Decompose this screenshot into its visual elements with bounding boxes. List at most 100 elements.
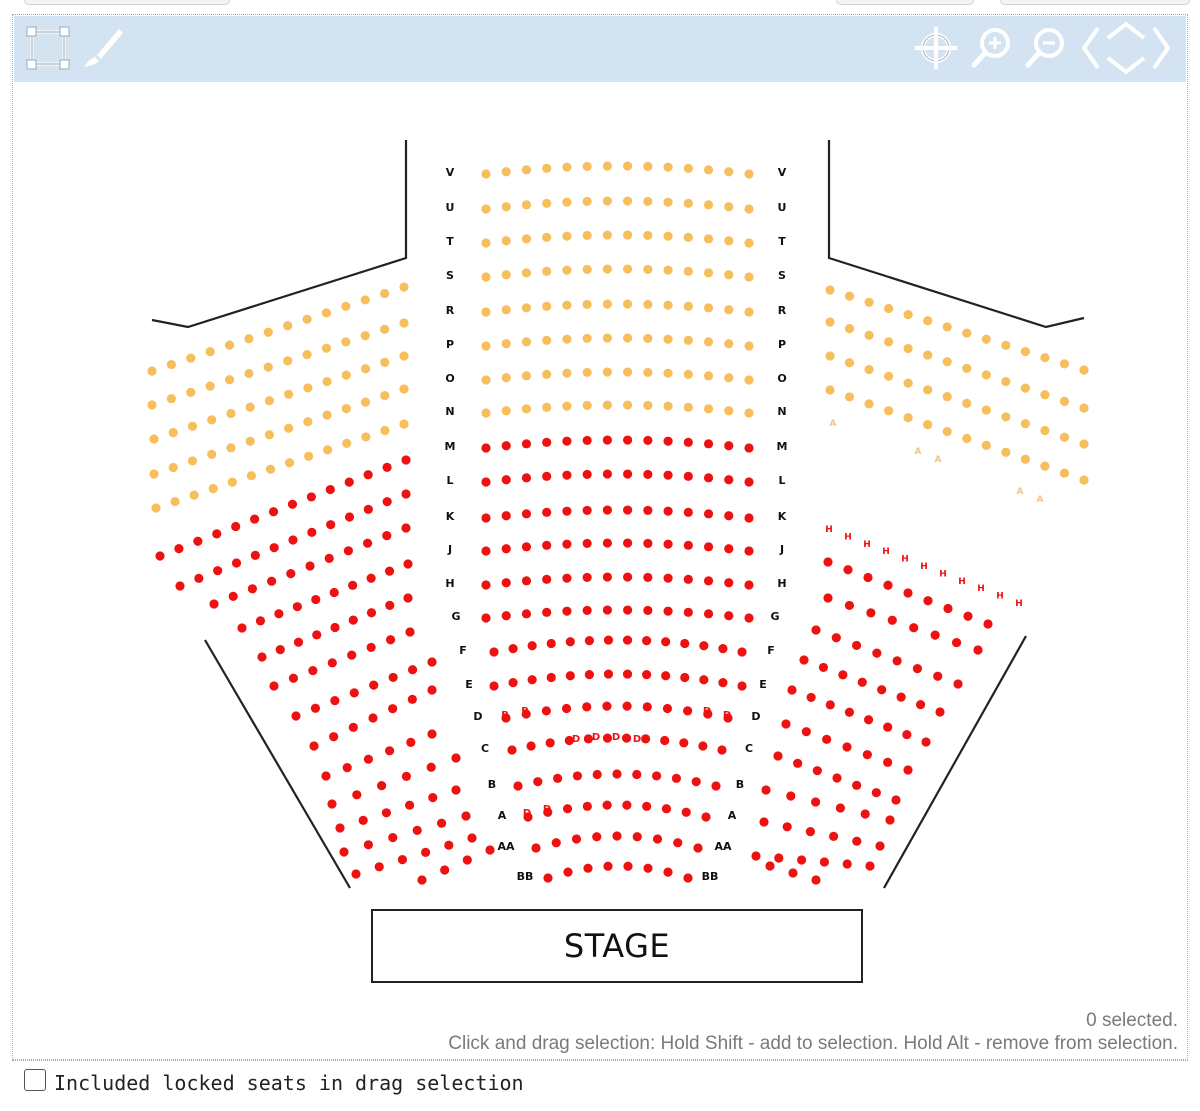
seat[interactable] xyxy=(744,272,754,282)
seat[interactable] xyxy=(250,514,260,524)
seat[interactable] xyxy=(683,402,693,412)
seat[interactable] xyxy=(508,677,518,688)
seat[interactable] xyxy=(207,449,217,459)
seat[interactable] xyxy=(481,341,491,351)
seat[interactable] xyxy=(903,765,913,775)
seat[interactable] xyxy=(194,573,204,583)
seat[interactable] xyxy=(962,398,972,408)
seat[interactable] xyxy=(363,504,373,514)
seat[interactable] xyxy=(583,863,593,873)
seat[interactable] xyxy=(623,367,633,377)
seat[interactable] xyxy=(1020,454,1030,464)
seat[interactable] xyxy=(421,847,431,858)
seat[interactable] xyxy=(309,741,319,751)
seat[interactable] xyxy=(327,799,337,809)
seat[interactable] xyxy=(724,270,734,280)
tab-stub-left[interactable] xyxy=(24,0,230,5)
seat[interactable] xyxy=(481,408,491,418)
seat[interactable] xyxy=(744,204,754,214)
seat[interactable] xyxy=(691,777,701,787)
seat[interactable] xyxy=(561,703,572,714)
seat[interactable] xyxy=(481,477,491,487)
seat[interactable] xyxy=(981,440,991,450)
seat[interactable] xyxy=(401,523,411,533)
seat[interactable] xyxy=(507,745,517,755)
seat[interactable] xyxy=(382,462,392,472)
seat[interactable] xyxy=(683,507,693,517)
seat[interactable] xyxy=(962,433,972,444)
seat[interactable] xyxy=(930,630,940,640)
seat[interactable] xyxy=(765,861,775,871)
seat[interactable] xyxy=(903,310,913,320)
seat[interactable] xyxy=(921,737,931,747)
seat[interactable] xyxy=(562,401,572,411)
seat[interactable] xyxy=(864,364,874,375)
seat[interactable] xyxy=(602,161,612,171)
seat[interactable] xyxy=(343,546,353,556)
seat[interactable] xyxy=(582,801,592,811)
seat[interactable] xyxy=(724,167,734,177)
seat[interactable] xyxy=(582,572,592,583)
seat[interactable] xyxy=(521,542,532,552)
seat[interactable] xyxy=(663,231,673,241)
seat[interactable] xyxy=(724,544,734,554)
seat[interactable] xyxy=(542,574,552,584)
seat[interactable] xyxy=(427,685,437,695)
seat[interactable] xyxy=(292,602,302,612)
seat[interactable] xyxy=(1020,346,1030,357)
seat[interactable] xyxy=(612,769,622,779)
seat[interactable] xyxy=(602,299,612,309)
seat[interactable] xyxy=(193,536,203,546)
seat[interactable] xyxy=(885,815,895,825)
seat[interactable] xyxy=(307,527,317,537)
seat[interactable] xyxy=(872,648,882,658)
seat[interactable] xyxy=(213,566,223,576)
seat[interactable] xyxy=(521,234,532,244)
seat[interactable] xyxy=(951,637,962,648)
seat[interactable] xyxy=(1020,419,1030,429)
seat[interactable] xyxy=(1079,403,1089,413)
seat[interactable] xyxy=(427,657,437,667)
seat[interactable] xyxy=(844,358,855,368)
seat[interactable] xyxy=(703,234,714,244)
seat[interactable] xyxy=(718,643,728,654)
seat[interactable] xyxy=(462,855,472,865)
seat[interactable] xyxy=(366,642,376,653)
seat[interactable] xyxy=(582,333,592,344)
seat[interactable] xyxy=(818,662,829,673)
seat[interactable] xyxy=(521,371,532,381)
seat[interactable] xyxy=(623,538,633,548)
seat[interactable] xyxy=(363,754,373,764)
seat[interactable] xyxy=(582,400,592,411)
seat[interactable] xyxy=(663,300,673,310)
seat[interactable] xyxy=(744,477,754,487)
include-locked-checkbox[interactable] xyxy=(24,1069,46,1091)
seat[interactable] xyxy=(983,619,993,629)
seat[interactable] xyxy=(562,573,572,583)
seat[interactable] xyxy=(623,505,633,515)
seat[interactable] xyxy=(703,439,714,449)
seat[interactable] xyxy=(864,399,874,409)
seat[interactable] xyxy=(265,464,276,474)
seat[interactable] xyxy=(521,268,532,278)
seat[interactable] xyxy=(521,576,532,586)
seat[interactable] xyxy=(703,576,714,586)
seat[interactable] xyxy=(942,426,952,437)
seat[interactable] xyxy=(582,299,592,310)
seat[interactable] xyxy=(683,607,693,617)
seat[interactable] xyxy=(286,569,296,579)
seat[interactable] xyxy=(602,701,612,711)
seat[interactable] xyxy=(274,609,284,619)
seat[interactable] xyxy=(377,781,387,791)
seat[interactable] xyxy=(981,370,991,380)
seat[interactable] xyxy=(663,162,673,172)
seat[interactable] xyxy=(562,197,572,207)
seat[interactable] xyxy=(527,675,537,685)
seat[interactable] xyxy=(250,550,260,560)
seat[interactable] xyxy=(501,511,511,521)
seat[interactable] xyxy=(602,196,612,206)
seat[interactable] xyxy=(663,197,673,207)
seat[interactable] xyxy=(562,539,572,549)
seat[interactable] xyxy=(205,347,215,357)
seat[interactable] xyxy=(602,572,612,582)
